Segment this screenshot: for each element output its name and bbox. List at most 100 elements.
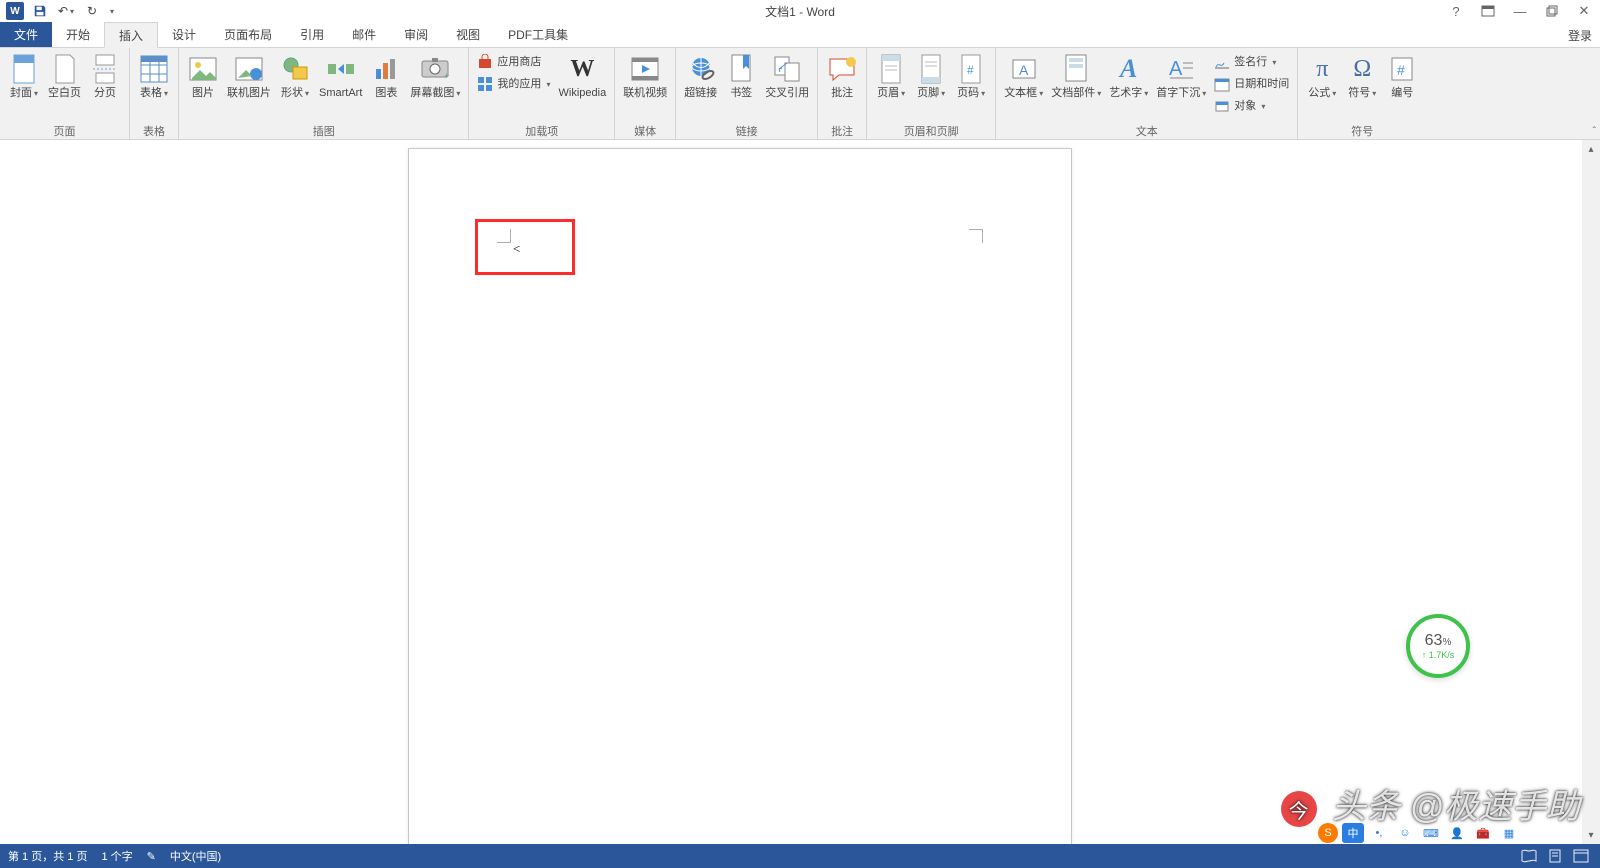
group-text: A 文本框▾ 文档部件▾ A 艺术字▾ A 首字下沉▾ 签名行 ▾ — [996, 48, 1298, 139]
shapes-button[interactable]: 形状▾ — [275, 51, 315, 102]
qat-customize-icon[interactable]: ▾ — [110, 7, 114, 16]
ime-toolbar: S 中 •, ☺ ⌨ 👤 🧰 ▦ — [1318, 822, 1520, 844]
ime-keyboard-button[interactable]: ⌨ — [1420, 823, 1442, 843]
group-pages-label: 页面 — [0, 123, 129, 139]
tab-layout[interactable]: 页面布局 — [210, 22, 286, 47]
symbol-button[interactable]: Ω 符号▾ — [1342, 51, 1382, 102]
signature-line-button[interactable]: 签名行 ▾ — [1210, 51, 1293, 73]
cross-reference-button[interactable]: 交叉引用 — [761, 51, 813, 102]
document-area[interactable]: < — [0, 140, 1582, 844]
group-links: 超链接 书签 交叉引用 链接 — [676, 48, 818, 139]
online-pictures-button[interactable]: 联机图片 — [223, 51, 275, 102]
minimize-button[interactable]: — — [1508, 1, 1532, 21]
bookmark-button[interactable]: 书签 — [721, 51, 761, 102]
title-bar: W ↶▾ ↻ ▾ 文档1 - Word ? — ✕ — [0, 0, 1600, 22]
table-button[interactable]: 表格▾ — [134, 51, 174, 102]
date-time-button[interactable]: 日期和时间 — [1210, 73, 1293, 95]
pictures-button[interactable]: 图片 — [183, 51, 223, 102]
svg-text:A: A — [1169, 58, 1183, 80]
page-number-button[interactable]: # 页码▾ — [951, 51, 991, 102]
group-comments-label: 批注 — [818, 123, 866, 139]
quick-access-toolbar: W ↶▾ ↻ ▾ — [0, 1, 114, 21]
print-layout-button[interactable] — [1544, 847, 1566, 865]
group-comments: 批注 批注 — [818, 48, 867, 139]
ime-grid-button[interactable]: ▦ — [1498, 823, 1520, 843]
undo-button[interactable]: ↶▾ — [56, 1, 76, 21]
group-illustrations-label: 插图 — [179, 123, 468, 139]
screenshot-button[interactable]: + 屏幕截图▾ — [406, 51, 464, 102]
group-illustrations: 图片 联机图片 形状▾ SmartArt 图表 + 屏幕截图▾ — [179, 48, 469, 139]
cover-page-button[interactable]: 封面▾ — [4, 51, 44, 102]
tab-file[interactable]: 文件 — [0, 22, 52, 47]
scroll-down-button[interactable]: ▾ — [1582, 826, 1600, 844]
document-text-caret[interactable]: < — [513, 241, 520, 257]
smartart-button[interactable]: SmartArt — [315, 51, 366, 102]
blank-page-button[interactable]: 空白页 — [44, 51, 85, 102]
tab-view[interactable]: 视图 — [442, 22, 494, 47]
ribbon-tabs: 文件 开始 插入 设计 页面布局 引用 邮件 审阅 视图 PDF工具集 登录 — [0, 22, 1600, 48]
status-proofing-icon[interactable]: ✎ — [147, 850, 156, 863]
maximize-button[interactable] — [1540, 1, 1564, 21]
group-symbols-label: 符号 — [1298, 123, 1426, 139]
ime-toolbox-button[interactable]: 🧰 — [1472, 823, 1494, 843]
vertical-scrollbar[interactable]: ▴ ▾ — [1582, 140, 1600, 844]
group-header-footer: 页眉▾ 页脚▾ # 页码▾ 页眉和页脚 — [867, 48, 996, 139]
ime-lang-button[interactable]: 中 — [1342, 823, 1364, 843]
ime-user-button[interactable]: 👤 — [1446, 823, 1468, 843]
tab-pdf-tools[interactable]: PDF工具集 — [494, 22, 582, 47]
chart-button[interactable]: 图表 — [366, 51, 406, 102]
status-word-count[interactable]: 1 个字 — [101, 848, 132, 864]
wikipedia-button[interactable]: W Wikipedia — [555, 51, 611, 102]
document-page[interactable]: < — [408, 148, 1072, 844]
header-button[interactable]: 页眉▾ — [871, 51, 911, 102]
status-language[interactable]: 中文(中国) — [170, 848, 221, 864]
online-video-button[interactable]: 联机视频 — [619, 51, 671, 102]
svg-text:#: # — [967, 63, 974, 77]
svg-text:+: + — [444, 71, 449, 81]
web-layout-button[interactable] — [1570, 847, 1592, 865]
performance-widget[interactable]: 63% ↑ 1.7K/s — [1406, 614, 1470, 678]
hyperlink-button[interactable]: 超链接 — [680, 51, 721, 102]
ime-emoji-button[interactable]: ☺ — [1394, 823, 1416, 843]
status-page[interactable]: 第 1 页，共 1 页 — [8, 848, 87, 864]
group-text-label: 文本 — [996, 123, 1297, 139]
scrollbar-track[interactable] — [1582, 158, 1600, 826]
window-controls: ? — ✕ — [1444, 1, 1596, 21]
number-button[interactable]: # 编号 — [1382, 51, 1422, 102]
group-header-footer-label: 页眉和页脚 — [867, 123, 995, 139]
ime-sogou-icon[interactable]: S — [1318, 823, 1338, 843]
close-button[interactable]: ✕ — [1572, 1, 1596, 21]
page-break-button[interactable]: 分页 — [85, 51, 125, 102]
word-app-icon: W — [6, 2, 24, 20]
help-button[interactable]: ? — [1444, 1, 1468, 21]
save-button[interactable] — [30, 1, 50, 21]
view-controls — [1518, 847, 1592, 865]
equation-button[interactable]: π 公式▾ — [1302, 51, 1342, 102]
tab-references[interactable]: 引用 — [286, 22, 338, 47]
new-comment-button[interactable]: 批注 — [822, 51, 862, 102]
sign-in-link[interactable]: 登录 — [1568, 22, 1592, 48]
ribbon-display-options-button[interactable] — [1476, 1, 1500, 21]
my-apps-button[interactable]: 我的应用 ▾ — [473, 73, 554, 95]
app-store-button[interactable]: 应用商店 — [473, 51, 554, 73]
read-mode-button[interactable] — [1518, 847, 1540, 865]
group-media: 联机视频 媒体 — [615, 48, 676, 139]
tab-mailings[interactable]: 邮件 — [338, 22, 390, 47]
status-bar: 第 1 页，共 1 页 1 个字 ✎ 中文(中国) — [0, 844, 1600, 868]
text-box-button[interactable]: A 文本框▾ — [1000, 51, 1047, 102]
group-pages: 封面▾ 空白页 分页 页面 — [0, 48, 130, 139]
tab-insert[interactable]: 插入 — [104, 22, 158, 48]
tab-home[interactable]: 开始 — [52, 22, 104, 47]
drop-cap-button[interactable]: A 首字下沉▾ — [1152, 51, 1210, 102]
quick-parts-button[interactable]: 文档部件▾ — [1047, 51, 1105, 102]
ime-punct-button[interactable]: •, — [1368, 823, 1390, 843]
redo-button[interactable]: ↻ — [82, 1, 102, 21]
collapse-ribbon-button[interactable]: ˆ — [1593, 126, 1596, 137]
wordart-button[interactable]: A 艺术字▾ — [1105, 51, 1152, 102]
object-button[interactable]: 对象 ▾ — [1210, 95, 1293, 117]
tab-design[interactable]: 设计 — [158, 22, 210, 47]
tab-review[interactable]: 审阅 — [390, 22, 442, 47]
scroll-up-button[interactable]: ▴ — [1582, 140, 1600, 158]
group-addins-label: 加载项 — [469, 123, 614, 139]
footer-button[interactable]: 页脚▾ — [911, 51, 951, 102]
